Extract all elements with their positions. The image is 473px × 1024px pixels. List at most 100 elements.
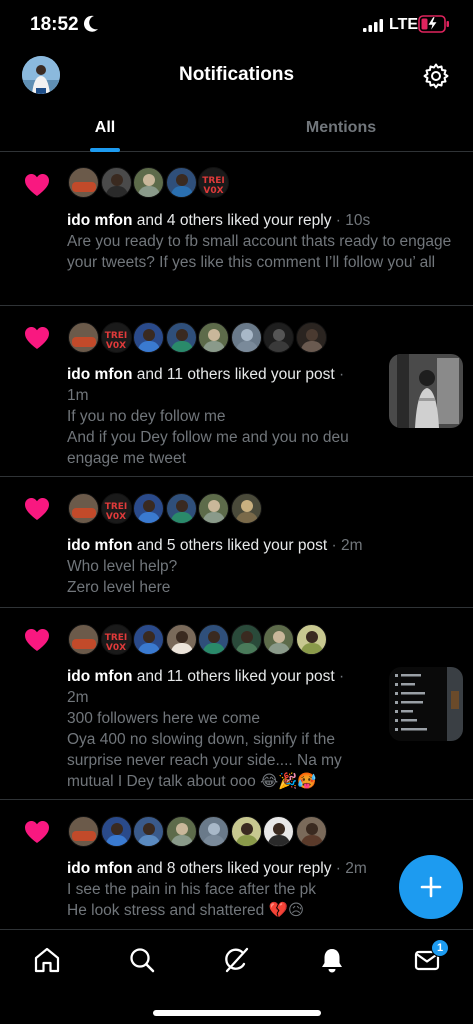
liker-avatar[interactable] [133, 816, 164, 847]
liker-avatar[interactable] [295, 322, 327, 353]
liker-avatars [68, 816, 328, 847]
liker-avatar[interactable] [263, 624, 294, 655]
compose-button[interactable] [399, 855, 463, 919]
bell-icon[interactable] [318, 946, 346, 974]
heart-icon [25, 629, 49, 651]
user-name[interactable]: ido mfon [67, 212, 132, 229]
liker-avatar[interactable] [165, 167, 197, 198]
liker-avatar[interactable] [133, 624, 164, 655]
tab-mentions[interactable]: Mentions [236, 104, 446, 152]
liker-avatar[interactable] [198, 493, 229, 524]
user-name[interactable]: ido mfon [67, 860, 132, 877]
gear-icon[interactable] [423, 63, 449, 89]
liker-avatars: TREI V0X [68, 322, 328, 353]
liker-avatar[interactable] [68, 322, 99, 353]
liker-avatar[interactable]: TREI V0X [100, 493, 132, 524]
notification-time: 2m [345, 860, 367, 877]
notification-text: Who level help? Zero level here [67, 558, 178, 596]
liker-avatar[interactable]: TREI V0X [198, 167, 229, 198]
notification-text: If you no dey follow me And if you Dey f… [67, 408, 349, 467]
liker-avatar[interactable] [165, 624, 197, 655]
notification-time: 2m [340, 537, 363, 554]
liker-avatar[interactable] [295, 624, 327, 655]
tab-indicator [90, 148, 120, 152]
liker-avatar[interactable] [133, 493, 164, 524]
liker-avatar[interactable] [133, 167, 164, 198]
liker-avatar[interactable] [230, 816, 262, 847]
liker-avatar[interactable] [68, 816, 99, 847]
notification-item[interactable]: TREI V0X ido mfon and 5 others liked your… [0, 477, 473, 608]
notification-text: Are you ready to fb small account thats … [67, 233, 452, 271]
notification-item[interactable]: TREI V0X ido mfon and 11 others liked you… [0, 306, 473, 477]
notification-item[interactable]: TREI V0X ido mfon and 4 others liked your… [0, 153, 473, 306]
liker-avatar[interactable] [165, 493, 197, 524]
liker-avatar[interactable]: TREI V0X [100, 624, 132, 655]
home-indicator[interactable] [153, 1010, 321, 1016]
liker-avatar[interactable] [165, 816, 197, 847]
notification-action: and 8 others liked your reply [136, 860, 332, 877]
notification-time: 1m [67, 387, 89, 404]
bottom-nav: 1 [0, 929, 473, 1024]
post-thumbnail[interactable] [389, 354, 463, 428]
liker-avatar[interactable] [198, 816, 229, 847]
liker-avatar[interactable] [100, 167, 132, 198]
liker-avatar[interactable] [230, 493, 262, 524]
heart-icon [25, 174, 49, 196]
signal-icon [363, 19, 383, 32]
liker-avatar[interactable] [68, 167, 99, 198]
battery-charging-icon [418, 15, 449, 33]
liker-avatar[interactable] [198, 322, 229, 353]
notification-action: and 4 others liked your reply [136, 212, 332, 229]
search-icon[interactable] [128, 946, 156, 974]
tab-bar: All Mentions [0, 104, 473, 152]
status-bar: 18:52 LTE [0, 0, 473, 50]
heart-icon [25, 821, 49, 843]
notification-title: ido mfon and 11 others liked your post ·… [67, 366, 345, 404]
user-name[interactable]: ido mfon [67, 537, 132, 554]
heart-icon [25, 498, 49, 520]
liker-avatar[interactable] [263, 816, 294, 847]
notification-time: 2m [67, 689, 89, 706]
plus-icon [420, 876, 442, 898]
liker-avatar[interactable] [263, 322, 294, 353]
liker-avatar[interactable] [295, 816, 327, 847]
liker-avatar[interactable] [68, 493, 99, 524]
moon-icon [83, 15, 98, 32]
notification-content: ido mfon and 11 others liked your post ·… [67, 666, 367, 792]
menu-screenshot-thumbnail-icon [389, 667, 463, 741]
liker-avatar[interactable]: TREI V0X [100, 322, 132, 353]
notification-action: and 5 others liked your post [136, 537, 328, 554]
notification-item[interactable]: ido mfon and 8 others liked your reply ·… [0, 800, 473, 929]
notification-content: ido mfon and 4 others liked your reply ·… [67, 210, 465, 273]
user-name[interactable]: ido mfon [67, 668, 132, 685]
notifications-feed[interactable]: TREI V0X ido mfon and 4 others liked your… [0, 153, 473, 929]
liker-avatars: TREI V0X [68, 624, 328, 655]
liker-avatar[interactable] [165, 322, 197, 353]
tab-all[interactable]: All [0, 104, 210, 152]
notification-item[interactable]: TREI V0X ido mfon and 11 others liked you… [0, 608, 473, 800]
liker-avatars: TREI V0X [68, 167, 231, 198]
liker-avatars: TREI V0X [68, 493, 263, 524]
notification-text: 300 followers here we come Oya 400 no sl… [67, 710, 342, 790]
notification-content: ido mfon and 5 others liked your post · … [67, 535, 465, 598]
user-name[interactable]: ido mfon [67, 366, 132, 383]
notification-time: 10s [345, 212, 371, 229]
liker-avatar[interactable] [230, 322, 262, 353]
notification-content: ido mfon and 11 others liked your post ·… [67, 364, 367, 469]
photo-thumbnail-icon [389, 354, 463, 428]
notification-action: and 11 others liked your post [136, 366, 335, 383]
grok-icon[interactable] [222, 946, 250, 974]
home-icon[interactable] [33, 946, 61, 974]
liker-avatar[interactable] [68, 624, 99, 655]
liker-avatar[interactable] [230, 624, 262, 655]
network-label: LTE [389, 16, 419, 33]
notification-title: ido mfon and 11 others liked your post ·… [67, 668, 345, 706]
liker-avatar[interactable] [133, 322, 164, 353]
header: Notifications [0, 50, 473, 102]
notification-action: and 11 others liked your post [136, 668, 335, 685]
liker-avatar[interactable] [100, 816, 132, 847]
notification-title: ido mfon and 5 others liked your post · … [67, 537, 363, 554]
post-thumbnail[interactable] [389, 667, 463, 741]
liker-avatar[interactable] [198, 624, 229, 655]
notification-title: ido mfon and 4 others liked your reply ·… [67, 212, 371, 229]
